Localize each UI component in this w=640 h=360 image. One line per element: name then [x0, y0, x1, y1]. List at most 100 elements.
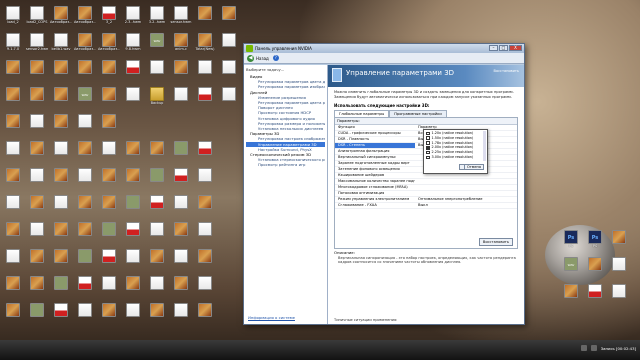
- desktop-icon[interactable]: [122, 195, 144, 221]
- tab-program[interactable]: Программные настройки: [389, 110, 447, 118]
- desktop-icon[interactable]: WAV: [74, 87, 96, 113]
- desktop-icon[interactable]: [122, 303, 144, 329]
- desktop-icon[interactable]: [122, 276, 144, 302]
- desktop-icon[interactable]: [122, 222, 144, 248]
- restore-button[interactable]: Восстановить: [478, 238, 513, 247]
- desktop-icon[interactable]: [146, 195, 168, 221]
- desktop-icon[interactable]: [98, 168, 120, 194]
- desktop-icon[interactable]: [26, 276, 48, 302]
- desktop-icon[interactable]: [194, 141, 216, 167]
- desktop-icon[interactable]: [26, 141, 48, 167]
- desktop-icon[interactable]: [50, 303, 72, 329]
- desktop-icon[interactable]: [170, 87, 192, 113]
- desktop-icon[interactable]: anim-c: [170, 33, 192, 59]
- restore-defaults-link[interactable]: Восстановить: [494, 69, 519, 73]
- desktop-icon[interactable]: [98, 195, 120, 221]
- desktop-icon[interactable]: [608, 257, 630, 283]
- desktop-icon[interactable]: [2, 195, 24, 221]
- desktop-icon[interactable]: [2, 276, 24, 302]
- desktop-icon[interactable]: [194, 249, 216, 275]
- nav-item[interactable]: Регулировка настроек изображения с прос: [246, 136, 325, 141]
- desktop-icon[interactable]: [146, 141, 168, 167]
- desktop-icon[interactable]: [146, 276, 168, 302]
- desktop-icon[interactable]: [74, 222, 96, 248]
- checkbox-icon[interactable]: [426, 131, 430, 136]
- desktop-icon[interactable]: [26, 114, 48, 140]
- desktop-icon[interactable]: [218, 33, 240, 59]
- desktop-icon[interactable]: [146, 222, 168, 248]
- desktop-icon[interactable]: 3.2-.hwm: [146, 6, 168, 32]
- desktop-icon[interactable]: [98, 60, 120, 86]
- desktop-icon[interactable]: [194, 87, 216, 113]
- desktop-icon[interactable]: [74, 168, 96, 194]
- desktop-icon[interactable]: [2, 222, 24, 248]
- back-arrow-icon[interactable]: ◀: [247, 54, 254, 62]
- cancel-button[interactable]: Отмена: [463, 164, 484, 170]
- back-button[interactable]: Назад: [256, 56, 269, 61]
- setting-value[interactable]: Выкл: [415, 203, 517, 208]
- desktop-icon[interactable]: sensor.hwm: [170, 6, 192, 32]
- desktop-icon[interactable]: [50, 114, 72, 140]
- desktop-icon[interactable]: [26, 87, 48, 113]
- desktop-icon[interactable]: [74, 60, 96, 86]
- desktop-icon[interactable]: [170, 249, 192, 275]
- desktop-icon[interactable]: [2, 87, 24, 113]
- desktop-icon[interactable]: [74, 249, 96, 275]
- desktop-icon[interactable]: [50, 222, 72, 248]
- desktop-icon[interactable]: 3_2: [98, 6, 120, 32]
- desktop-icon[interactable]: [194, 303, 216, 329]
- desktop-icon[interactable]: [170, 60, 192, 86]
- desktop-icon[interactable]: [170, 195, 192, 221]
- desktop-icon[interactable]: [50, 249, 72, 275]
- desktop-icon[interactable]: [2, 249, 24, 275]
- desktop-icon[interactable]: [122, 87, 144, 113]
- desktop-icon[interactable]: Автообраз...: [74, 33, 96, 59]
- setting-value[interactable]: [415, 191, 517, 196]
- desktop-icon[interactable]: [146, 303, 168, 329]
- tab-global[interactable]: Глобальные параметры: [334, 110, 390, 118]
- desktop-icon[interactable]: [26, 168, 48, 194]
- desktop-icon[interactable]: [194, 6, 216, 32]
- desktop-icon[interactable]: [74, 141, 96, 167]
- desktop-icon[interactable]: [146, 168, 168, 194]
- desktop-icon[interactable]: [50, 60, 72, 86]
- desktop-icon[interactable]: [146, 60, 168, 86]
- maximize-button[interactable]: □: [499, 45, 508, 51]
- desktop-icon[interactable]: [98, 141, 120, 167]
- checkbox-icon[interactable]: [426, 150, 430, 155]
- desktop-icon[interactable]: [74, 303, 96, 329]
- desktop-icon[interactable]: 9.8.hwm: [122, 33, 144, 59]
- desktop-icon[interactable]: [98, 222, 120, 248]
- desktop-icon[interactable]: Ps PS: [584, 230, 606, 256]
- volume-icon[interactable]: [590, 345, 597, 351]
- desktop-icon[interactable]: [26, 60, 48, 86]
- nav-item[interactable]: Регулировка параметров изображения с: [246, 84, 325, 89]
- desktop-icon[interactable]: [2, 114, 24, 140]
- desktop-icon[interactable]: [74, 195, 96, 221]
- desktop-icon[interactable]: [608, 230, 630, 256]
- desktop-icon[interactable]: [26, 195, 48, 221]
- desktop-icon[interactable]: Backup: [146, 87, 168, 113]
- desktop-icon[interactable]: [194, 195, 216, 221]
- desktop-icon[interactable]: [26, 303, 48, 329]
- desktop-icon[interactable]: [584, 284, 606, 310]
- desktop-icon[interactable]: load2_COPS: [26, 6, 48, 32]
- desktop-icon[interactable]: [122, 249, 144, 275]
- desktop-icon[interactable]: [146, 249, 168, 275]
- desktop-icon[interactable]: [98, 303, 120, 329]
- minimize-button[interactable]: –: [489, 45, 498, 51]
- desktop-icon[interactable]: [170, 276, 192, 302]
- desktop-icon[interactable]: [50, 168, 72, 194]
- desktop-icon[interactable]: [218, 6, 240, 32]
- desktop-icon[interactable]: [50, 141, 72, 167]
- desktop-icon[interactable]: WAV: [146, 33, 168, 59]
- desktop-icon[interactable]: [194, 222, 216, 248]
- setting-value[interactable]: [415, 185, 517, 190]
- desktop-icon[interactable]: [74, 276, 96, 302]
- help-icon[interactable]: ?: [272, 55, 279, 61]
- desktop-icon[interactable]: [560, 284, 582, 310]
- network-icon[interactable]: [580, 345, 587, 351]
- desktop-icon[interactable]: bellb1.wav: [50, 33, 72, 59]
- desktop-icon[interactable]: [2, 168, 24, 194]
- system-info-link[interactable]: Информация о системе: [248, 315, 295, 320]
